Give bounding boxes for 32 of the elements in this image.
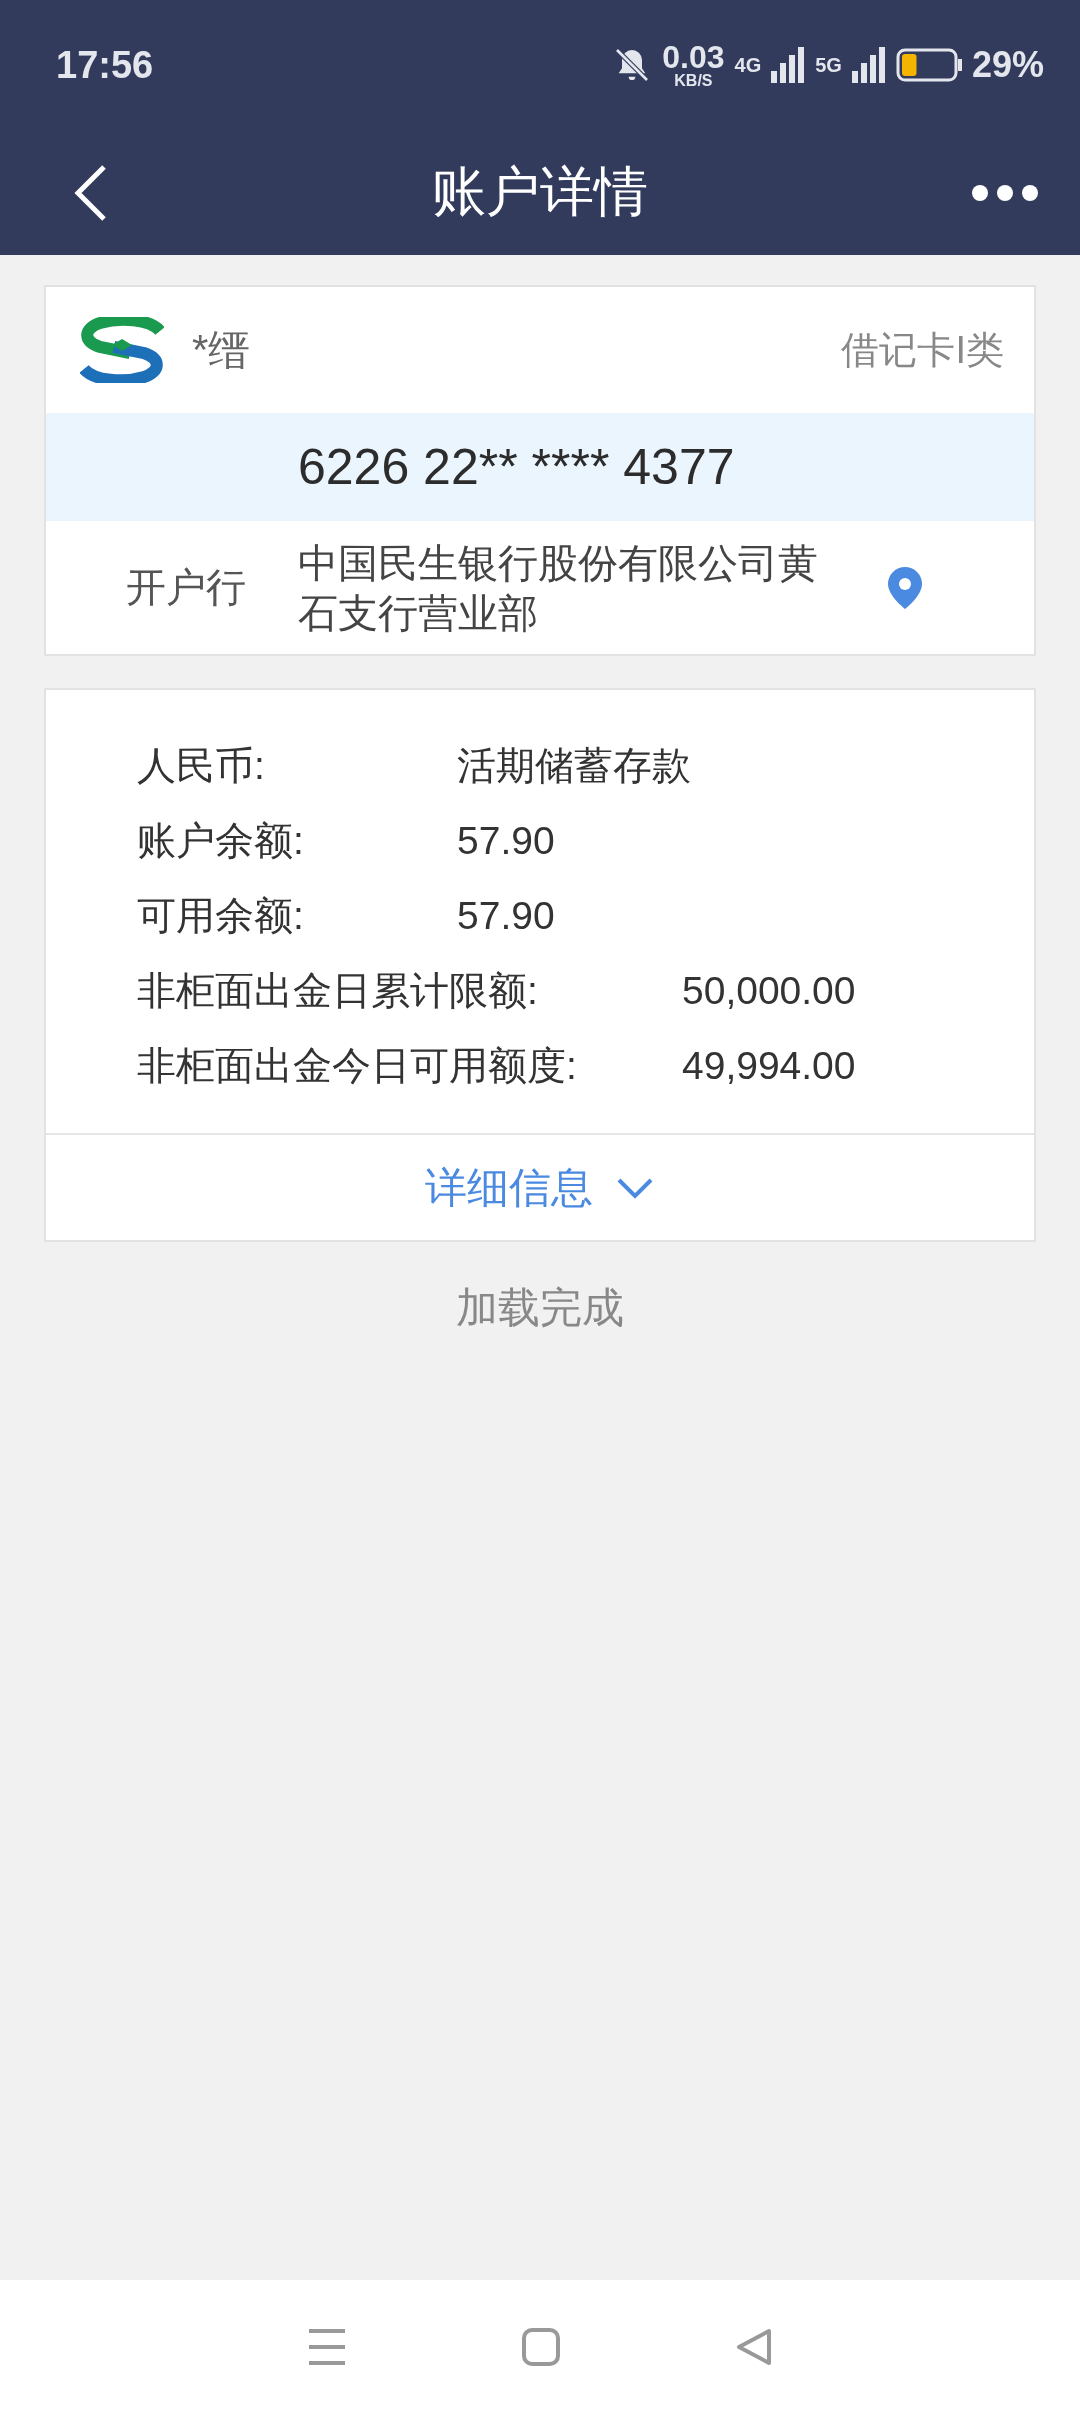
page-title: 账户详情 <box>431 160 649 223</box>
signal-icon <box>851 47 886 83</box>
card-number: 6226 22** **** 4377 <box>298 438 735 496</box>
detail-value: 49,994.00 <box>682 1043 856 1088</box>
net-speed-unit: KB/S <box>674 73 713 89</box>
more-button[interactable] <box>970 182 1040 203</box>
detail-label: 人民币: <box>137 742 266 789</box>
detail-label: 非柜面出金日累计限额: <box>137 967 539 1014</box>
network-type: 4G <box>734 53 762 77</box>
load-status: 加载完成 <box>456 1283 624 1333</box>
detail-value: 57.90 <box>457 818 555 863</box>
detail-label: 非柜面出金今日可用额度: <box>137 1042 578 1089</box>
signal-icon <box>771 47 806 83</box>
menu-icon[interactable] <box>307 2328 347 2366</box>
bank-logo-icon <box>80 317 164 383</box>
status-time: 17:56 <box>56 43 154 87</box>
network-type: 5G <box>815 53 842 77</box>
account-holder: *缙 <box>192 325 251 375</box>
detail-value: 活期储蓄存款 <box>457 742 691 789</box>
location-pin-icon[interactable] <box>888 566 922 609</box>
net-speed: 0.03 <box>662 41 725 73</box>
details-toggle[interactable]: 详细信息 <box>425 1159 655 1216</box>
detail-label: 可用余额: <box>137 892 305 939</box>
bank-name: 中国民生银行股份有限公司黄石支行营业部 <box>298 539 819 637</box>
detail-value: 57.90 <box>457 893 555 938</box>
battery-percent: 29% <box>971 44 1044 86</box>
detail-value: 50,000.00 <box>682 968 856 1013</box>
bank-label: 开户行 <box>126 564 247 611</box>
detail-label: 账户余额: <box>137 817 305 864</box>
card-type: 借记卡I类 <box>841 327 1004 373</box>
home-icon[interactable] <box>521 2327 561 2367</box>
back-icon[interactable] <box>735 2327 773 2367</box>
